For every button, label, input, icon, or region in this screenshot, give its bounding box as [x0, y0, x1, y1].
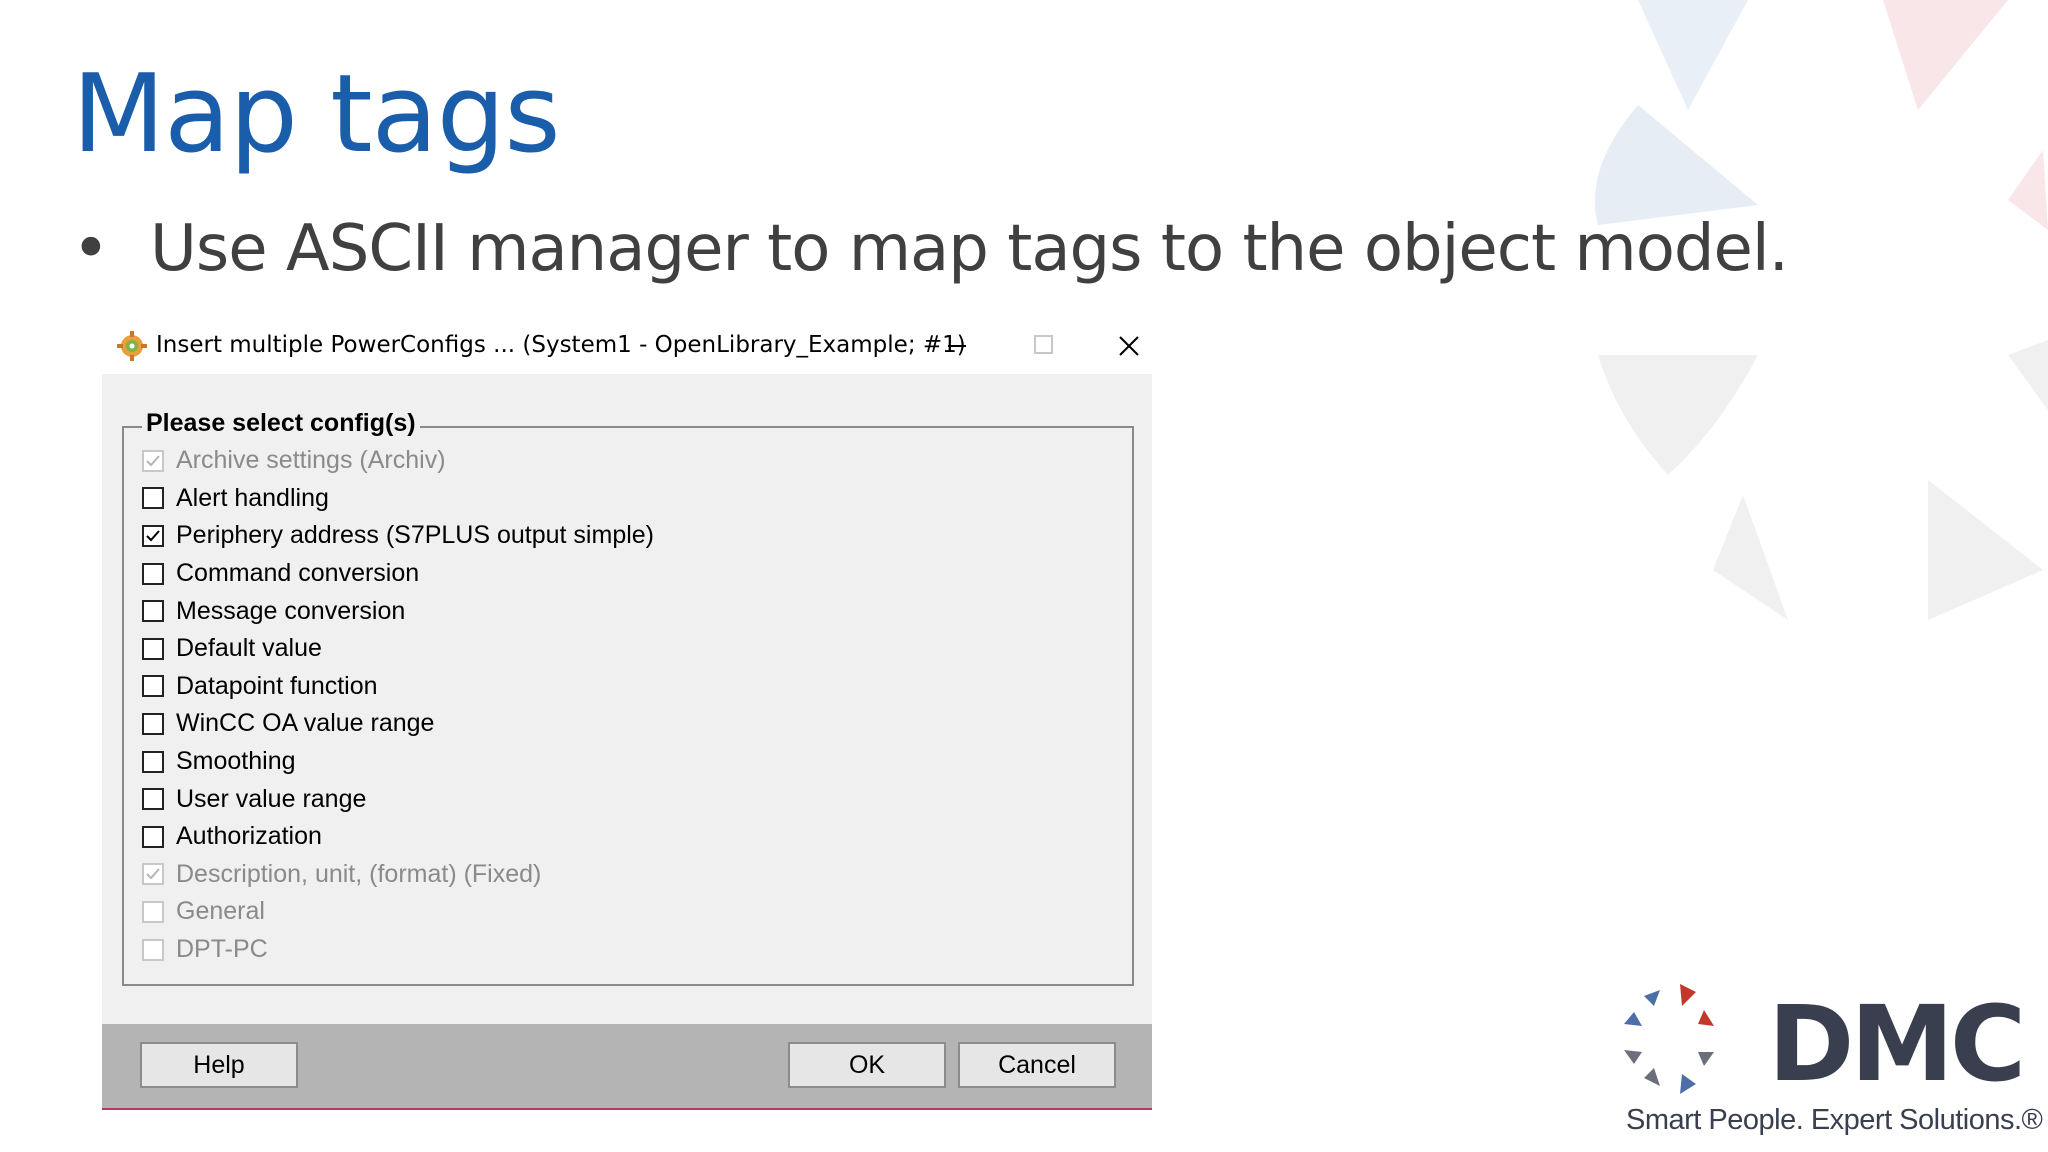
- config-option[interactable]: Smoothing: [142, 743, 654, 781]
- help-button[interactable]: Help: [140, 1042, 298, 1088]
- minimize-button[interactable]: [914, 318, 1000, 374]
- cancel-button[interactable]: Cancel: [958, 1042, 1116, 1088]
- config-option: Archive settings (Archiv): [142, 442, 654, 480]
- checkbox-label: Authorization: [176, 822, 322, 851]
- checkbox-label: Command conversion: [176, 559, 420, 588]
- checkmark-icon: [146, 530, 160, 542]
- checkbox-label: Message conversion: [176, 596, 406, 625]
- checkbox-label: Periphery address (S7PLUS output simple): [176, 521, 655, 550]
- checkbox[interactable]: [142, 788, 164, 811]
- checkbox: [142, 449, 164, 472]
- checkbox: [142, 863, 164, 886]
- config-checkbox-list: Archive settings (Archiv) Alert handling P…: [142, 442, 654, 968]
- checkbox-label: Description, unit, (format) (Fixed): [176, 859, 542, 888]
- checkbox-label: Smoothing: [176, 747, 296, 776]
- config-option[interactable]: Datapoint function: [142, 668, 654, 706]
- checkbox[interactable]: [142, 675, 164, 698]
- checkbox[interactable]: [142, 600, 164, 623]
- insert-powerconfigs-dialog: Insert multiple PowerConfigs ... (System…: [102, 318, 1152, 1110]
- bullet-text: Use ASCII manager to map tags to the obj…: [150, 212, 1789, 286]
- dmc-logo: DMC Smart People. Expert Solutions.®: [1620, 980, 2043, 1140]
- group-label: Please select config(s): [142, 409, 420, 438]
- maximize-icon: [1034, 335, 1053, 354]
- logo-name: DMC: [1768, 983, 2026, 1105]
- checkbox-label: Alert handling: [176, 483, 329, 512]
- checkbox-label: Datapoint function: [176, 671, 378, 700]
- dialog-title: Insert multiple PowerConfigs ... (System…: [156, 332, 966, 358]
- config-option[interactable]: Command conversion: [142, 555, 654, 593]
- ok-button[interactable]: OK: [788, 1042, 946, 1088]
- app-icon: [117, 331, 147, 361]
- checkbox[interactable]: [142, 712, 164, 735]
- checkbox-label: User value range: [176, 784, 367, 813]
- checkbox-label: General: [176, 897, 265, 926]
- config-option: DPT-PC: [142, 931, 654, 969]
- dialog-titlebar[interactable]: Insert multiple PowerConfigs ... (System…: [102, 318, 1152, 374]
- checkbox-label: Archive settings (Archiv): [176, 446, 446, 475]
- checkmark-icon: [146, 455, 160, 467]
- checkbox[interactable]: [142, 562, 164, 585]
- config-option[interactable]: Message conversion: [142, 592, 654, 630]
- checkbox-label: Default value: [176, 634, 322, 663]
- bullet-symbol: •: [72, 212, 110, 286]
- config-option: Description, unit, (format) (Fixed): [142, 856, 654, 894]
- close-button[interactable]: [1086, 318, 1172, 374]
- config-option[interactable]: Default value: [142, 630, 654, 668]
- checkbox[interactable]: [142, 750, 164, 773]
- config-option[interactable]: Periphery address (S7PLUS output simple): [142, 517, 654, 555]
- background-decoration: [1594, 0, 2048, 620]
- slide-title: Map tags: [72, 52, 561, 177]
- checkmark-icon: [146, 868, 160, 880]
- config-option[interactable]: Alert handling: [142, 480, 654, 518]
- dialog-footer: Help OK Cancel: [102, 1024, 1152, 1108]
- close-icon: [1119, 336, 1139, 356]
- config-option: General: [142, 893, 654, 931]
- config-option[interactable]: User value range: [142, 780, 654, 818]
- checkbox[interactable]: [142, 487, 164, 510]
- logo-tagline: Smart People. Expert Solutions.®: [1626, 1104, 2043, 1136]
- checkbox[interactable]: [142, 825, 164, 848]
- checkbox-label: DPT-PC: [176, 935, 268, 964]
- minimize-icon: [948, 345, 966, 347]
- config-option[interactable]: Authorization: [142, 818, 654, 856]
- checkbox[interactable]: [142, 524, 164, 547]
- logo-mark-icon: [1624, 984, 1714, 1094]
- maximize-button: [1000, 318, 1086, 374]
- config-groupbox: Please select config(s) Archive settings…: [122, 409, 1134, 986]
- checkbox[interactable]: [142, 637, 164, 660]
- config-option[interactable]: WinCC OA value range: [142, 705, 654, 743]
- checkbox-label: WinCC OA value range: [176, 709, 435, 738]
- checkbox: [142, 900, 164, 923]
- checkbox: [142, 938, 164, 961]
